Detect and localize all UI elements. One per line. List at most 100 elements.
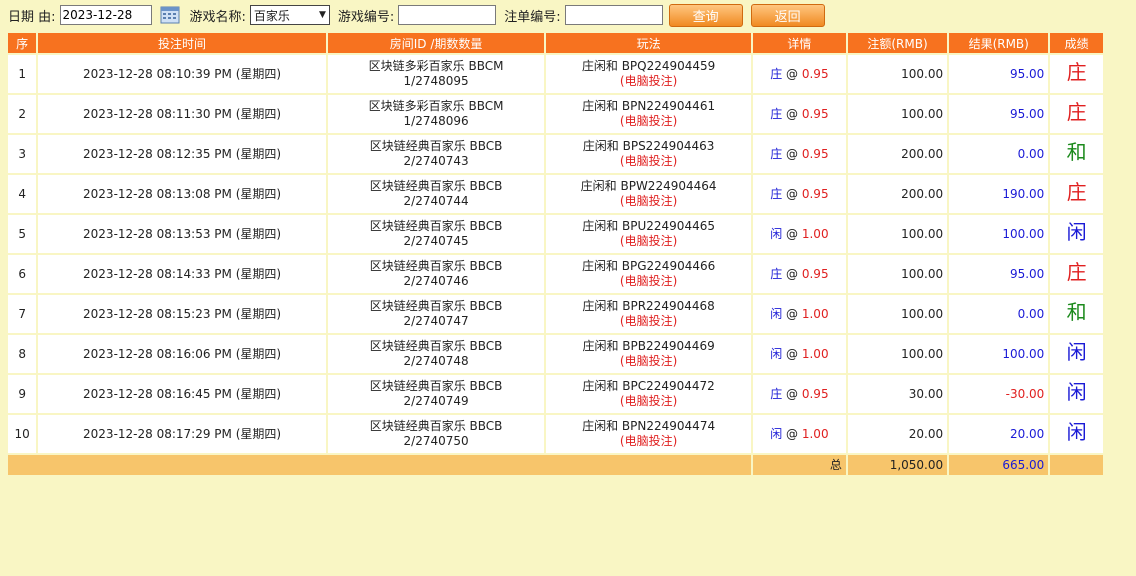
outcome-char: 和	[1066, 300, 1087, 324]
cell-time: 2023-12-28 08:15:23 PM (星期四)	[38, 295, 326, 333]
cell-room: 区块链经典百家乐 BBCB 2/2740749	[327, 375, 545, 413]
outcome-char: 庄	[1066, 180, 1087, 204]
cell-outcome: 庄	[1050, 175, 1103, 213]
cell-play: 庄闲和 BPN224904474 (电脑投注)	[546, 415, 751, 453]
cell-bet: 20.00	[847, 415, 948, 453]
at-sign: @	[786, 66, 799, 81]
odds: 1.00	[801, 226, 829, 241]
bet-side: 庄	[770, 66, 783, 81]
date-input[interactable]	[59, 5, 152, 25]
outcome-char: 闲	[1066, 340, 1087, 364]
cell-play: 庄闲和 BPS224904463 (电脑投注)	[546, 135, 751, 173]
room-name: 区块链多彩百家乐 BBCM	[368, 99, 504, 113]
at-sign: @	[786, 146, 799, 161]
table-row: 6 2023-12-28 08:14:33 PM (星期四) 区块链经典百家乐 BB…	[8, 255, 1103, 293]
game-code-input[interactable]	[398, 5, 497, 25]
outcome-char: 闲	[1066, 380, 1087, 404]
odds: 1.00	[801, 346, 829, 361]
total-result: 665.00	[949, 455, 1049, 475]
cell-details: 庄 @ 0.95	[752, 375, 846, 413]
bet-side: 庄	[770, 266, 783, 281]
cell-seq: 7	[8, 295, 37, 333]
header-time: 投注时间	[38, 33, 326, 53]
order-code-label: 注单编号:	[504, 9, 561, 25]
table-header-row: 序 投注时间 房间ID /期数数量 玩法 详情 注额(RMB) 结果(RMB) …	[8, 33, 1103, 53]
play-code: 庄闲和 BPN224904474	[582, 419, 716, 433]
cell-time: 2023-12-28 08:13:53 PM (星期四)	[38, 215, 326, 253]
cell-result: 190.00	[949, 175, 1049, 213]
cell-time: 2023-12-28 08:16:45 PM (星期四)	[38, 375, 326, 413]
back-button[interactable]: 返回	[750, 3, 825, 27]
cell-details: 庄 @ 0.95	[752, 55, 846, 93]
order-code-input[interactable]	[564, 5, 663, 25]
cell-room: 区块链经典百家乐 BBCB 2/2740744	[327, 175, 545, 213]
cell-result: 100.00	[949, 335, 1049, 373]
filter-toolbar: 日期 由: 游戏名称: 百家乐 ▼ 游戏编号: 注单编号: 查询 返回	[0, 0, 1136, 30]
room-name: 区块链经典百家乐 BBCB	[369, 379, 503, 393]
cell-result: -30.00	[949, 375, 1049, 413]
outcome-char: 闲	[1066, 420, 1087, 444]
cell-result: 0.00	[949, 295, 1049, 333]
cell-details: 庄 @ 0.95	[752, 255, 846, 293]
calendar-icon[interactable]	[160, 6, 180, 24]
cell-outcome: 闲	[1050, 335, 1103, 373]
header-bet: 注额(RMB)	[847, 33, 948, 53]
cell-result: 100.00	[949, 215, 1049, 253]
game-name-selected: 百家乐	[253, 8, 290, 23]
cell-bet: 200.00	[847, 175, 948, 213]
outcome-char: 庄	[1066, 260, 1087, 284]
cell-time: 2023-12-28 08:16:06 PM (星期四)	[38, 335, 326, 373]
header-seq: 序	[8, 33, 37, 53]
table-row: 7 2023-12-28 08:15:23 PM (星期四) 区块链经典百家乐 BB…	[8, 295, 1103, 333]
play-code: 庄闲和 BPQ224904459	[581, 59, 716, 73]
at-sign: @	[786, 346, 799, 361]
at-sign: @	[786, 226, 799, 241]
query-button[interactable]: 查询	[668, 3, 743, 27]
bet-mode: (电脑投注)	[619, 354, 678, 368]
odds: 0.95	[801, 266, 829, 281]
at-sign: @	[786, 186, 799, 201]
cell-room: 区块链多彩百家乐 BBCM 1/2748095	[327, 55, 545, 93]
cell-play: 庄闲和 BPR224904468 (电脑投注)	[546, 295, 751, 333]
cell-room: 区块链经典百家乐 BBCB 2/2740747	[327, 295, 545, 333]
play-code: 庄闲和 BPG224904466	[581, 259, 716, 273]
cell-time: 2023-12-28 08:14:33 PM (星期四)	[38, 255, 326, 293]
cell-seq: 5	[8, 215, 37, 253]
game-name-select[interactable]: 百家乐 ▼	[249, 5, 330, 25]
cell-result: 95.00	[949, 255, 1049, 293]
table-row: 8 2023-12-28 08:16:06 PM (星期四) 区块链经典百家乐 BB…	[8, 335, 1103, 373]
cell-outcome: 庄	[1050, 95, 1103, 133]
room-period: 2/2740748	[403, 354, 469, 368]
room-period: 2/2740746	[403, 274, 469, 288]
cell-details: 闲 @ 1.00	[752, 415, 846, 453]
bet-mode: (电脑投注)	[619, 234, 678, 248]
cell-bet: 100.00	[847, 295, 948, 333]
play-code: 庄闲和 BPN224904461	[582, 99, 716, 113]
cell-play: 庄闲和 BPN224904461 (电脑投注)	[546, 95, 751, 133]
room-name: 区块链经典百家乐 BBCB	[369, 139, 503, 153]
room-name: 区块链多彩百家乐 BBCM	[368, 59, 504, 73]
outcome-char: 庄	[1066, 60, 1087, 84]
chevron-down-icon: ▼	[318, 10, 326, 20]
cell-outcome: 闲	[1050, 375, 1103, 413]
bet-side: 庄	[770, 146, 783, 161]
cell-time: 2023-12-28 08:17:29 PM (星期四)	[38, 415, 326, 453]
bet-records-table: 序 投注时间 房间ID /期数数量 玩法 详情 注额(RMB) 结果(RMB) …	[6, 31, 1105, 477]
cell-outcome: 闲	[1050, 415, 1103, 453]
cell-room: 区块链经典百家乐 BBCB 2/2740743	[327, 135, 545, 173]
table-row: 10 2023-12-28 08:17:29 PM (星期四) 区块链经典百家乐 B…	[8, 415, 1103, 453]
total-label: 总	[752, 455, 846, 475]
cell-outcome: 庄	[1050, 55, 1103, 93]
header-result: 结果(RMB)	[949, 33, 1049, 53]
room-period: 1/2748096	[403, 114, 469, 128]
cell-time: 2023-12-28 08:13:08 PM (星期四)	[38, 175, 326, 213]
room-period: 2/2740747	[403, 314, 469, 328]
table-row: 2 2023-12-28 08:11:30 PM (星期四) 区块链多彩百家乐 BB…	[8, 95, 1103, 133]
table-row: 3 2023-12-28 08:12:35 PM (星期四) 区块链经典百家乐 BB…	[8, 135, 1103, 173]
table-row: 5 2023-12-28 08:13:53 PM (星期四) 区块链经典百家乐 BB…	[8, 215, 1103, 253]
at-sign: @	[786, 306, 799, 321]
header-room: 房间ID /期数数量	[327, 33, 545, 53]
odds: 0.95	[801, 386, 829, 401]
cell-room: 区块链多彩百家乐 BBCM 1/2748096	[327, 95, 545, 133]
cell-time: 2023-12-28 08:11:30 PM (星期四)	[38, 95, 326, 133]
